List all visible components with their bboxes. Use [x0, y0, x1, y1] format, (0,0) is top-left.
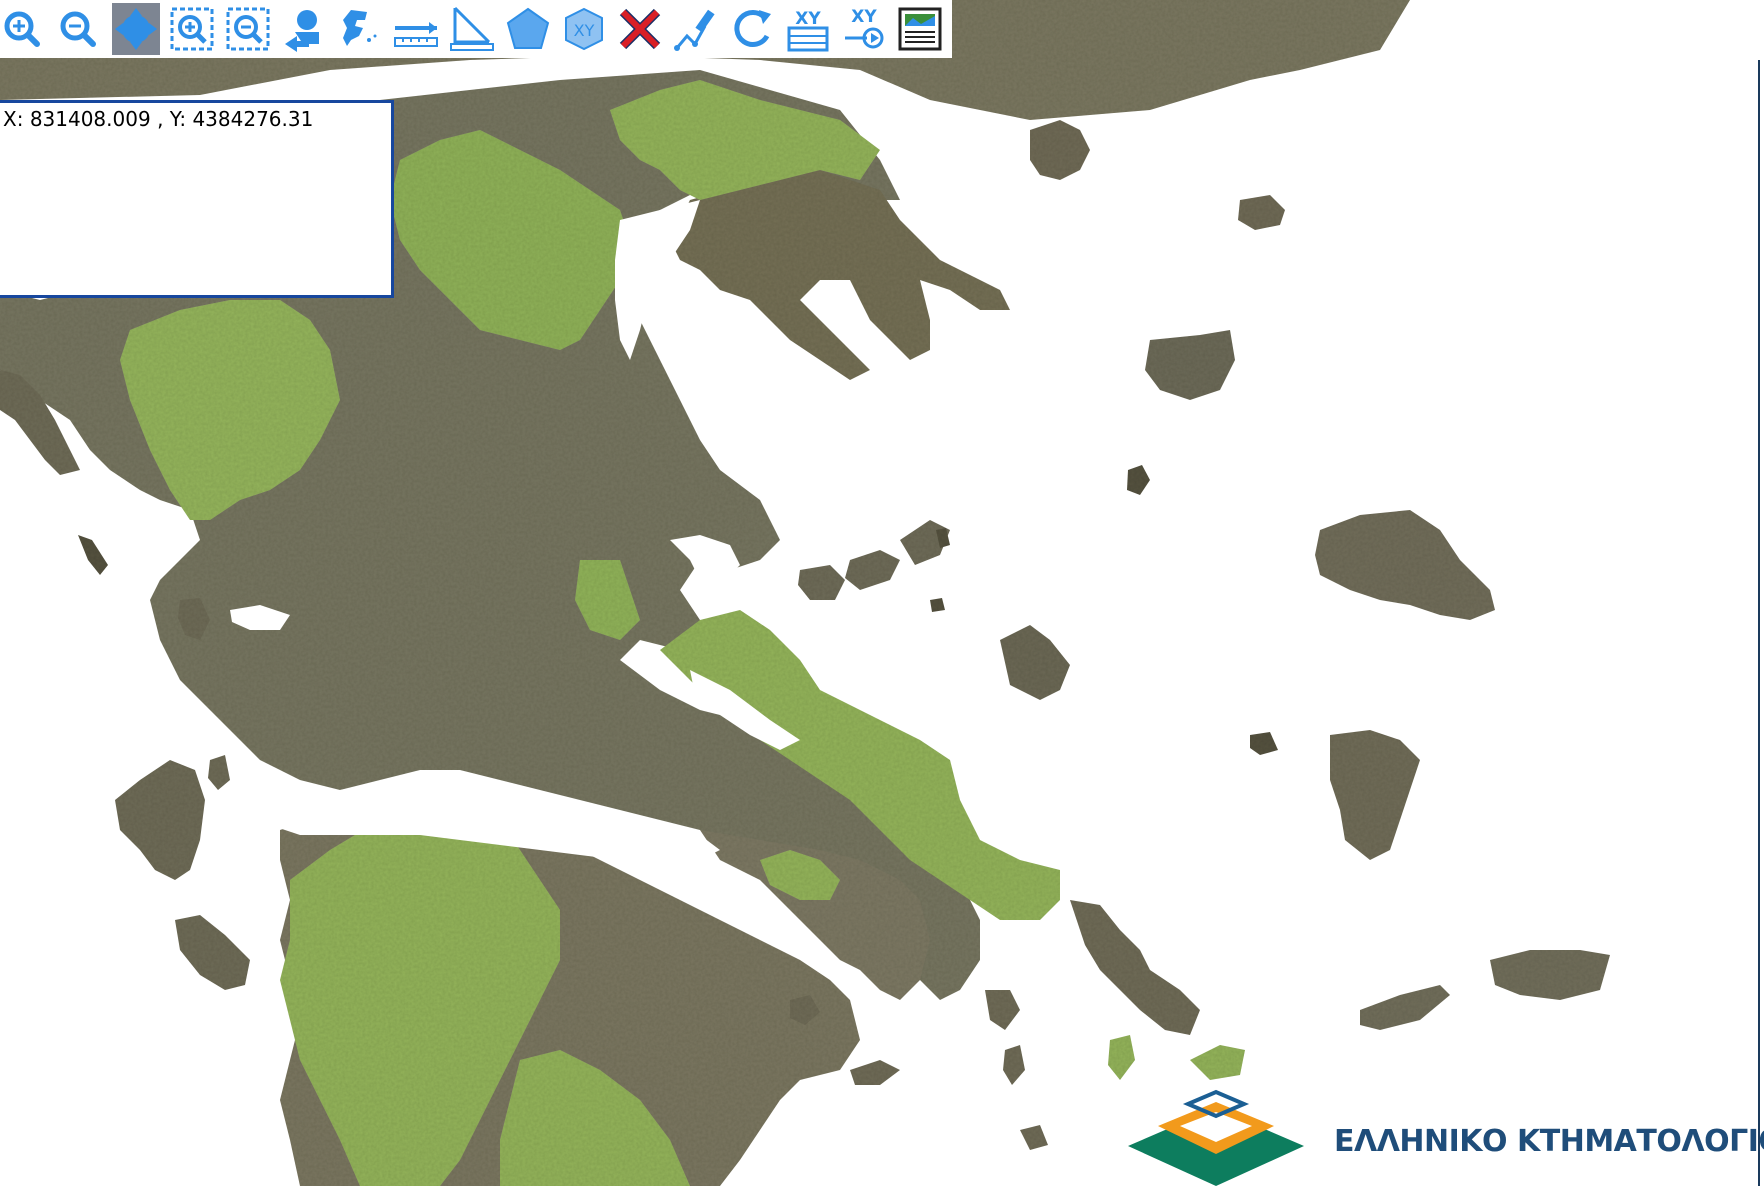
hellenic-cadastre-logo: ΕΛΛΗΝΙΚΟ ΚΤΗΜΑΤΟΛΟΓΙΟ [1122, 1082, 1764, 1186]
print-map-icon [898, 7, 942, 51]
x-value: 831408.009 [29, 107, 151, 131]
andros-island [1070, 900, 1200, 1035]
samothrace-island [1238, 195, 1285, 230]
measure-angle-button[interactable] [448, 3, 496, 55]
zoom-box-out-icon [226, 7, 270, 51]
poros-hydra-island [850, 1060, 900, 1085]
measure-distance-icon [394, 22, 438, 47]
polygon-button[interactable] [504, 3, 552, 55]
measure-angle-icon [450, 6, 494, 51]
agios-efstratios-island [1127, 465, 1150, 495]
tinos-island [1190, 1045, 1245, 1080]
kefalonia-island [115, 760, 205, 880]
zoom-box-in-button[interactable] [168, 3, 216, 55]
ikaria-island [1360, 985, 1450, 1030]
psara-island [1250, 732, 1278, 755]
print-map-button[interactable] [896, 3, 944, 55]
pan-button[interactable] [112, 3, 160, 55]
logo-wordmark: ΕΛΛΗΝΙΚΟ ΚΤΗΜΑΤΟΛΟΓΙΟ [1334, 1124, 1764, 1159]
pan-icon [115, 8, 157, 50]
skiathos-island [798, 565, 845, 600]
kea-island [985, 990, 1020, 1030]
clear-icon [619, 8, 661, 50]
draw-button[interactable] [672, 3, 720, 55]
paxos-island [78, 535, 108, 575]
coords-separator: , [157, 107, 164, 131]
syros-island [1108, 1035, 1135, 1080]
draw-icon [674, 9, 715, 51]
y-label: Y: [169, 107, 187, 131]
coordinates-readout: X: 831408.009 , Y: 4384276.31 [3, 107, 313, 131]
zoom-in-button[interactable] [0, 3, 48, 55]
svg-text:XY: XY [795, 9, 821, 29]
xy-goto-icon: XY [845, 7, 884, 49]
zoom-box-out-button[interactable] [224, 3, 272, 55]
x-label: X: [3, 107, 24, 131]
xy-table-icon: XY [787, 9, 829, 52]
kythnos-island [1003, 1045, 1025, 1085]
y-value: 4384276.31 [192, 107, 314, 131]
measure-distance-button[interactable] [392, 3, 440, 55]
zakynthos-island [175, 915, 250, 990]
xy-polygon-icon: XY [565, 7, 603, 51]
full-extent-button[interactable] [336, 3, 384, 55]
thermaic-gulf [615, 200, 700, 360]
cadastre-logo-icon [1128, 1089, 1304, 1186]
zoom-out-icon [60, 11, 96, 47]
small-islet-a [930, 598, 945, 612]
thasos-island [1030, 120, 1090, 180]
zoom-out-button[interactable] [56, 3, 104, 55]
map-right-edge [1758, 60, 1760, 1186]
samos-island [1490, 950, 1610, 1000]
zoom-box-in-icon [170, 7, 214, 51]
previous-extent-button[interactable] [280, 3, 328, 55]
skyros-island [1000, 625, 1070, 700]
refresh-icon [734, 9, 771, 47]
polygon-icon [506, 7, 550, 49]
xy-table-button[interactable]: XY [784, 3, 832, 55]
skopelos-island [845, 550, 900, 590]
coordinates-panel: X: 831408.009 , Y: 4384276.31 [0, 100, 394, 298]
zoom-in-icon [4, 11, 40, 47]
refresh-button[interactable] [728, 3, 776, 55]
svg-text:XY: XY [851, 7, 877, 27]
full-extent-greece-icon [343, 10, 377, 46]
chalkidiki-land [670, 170, 1010, 380]
svg-text:XY: XY [574, 21, 595, 40]
clear-button[interactable] [616, 3, 664, 55]
chios-island [1330, 730, 1420, 860]
map-toolbar: XY XY XY [0, 0, 952, 58]
xy-polygon-button[interactable]: XY [560, 3, 608, 55]
xy-goto-button[interactable]: XY [840, 3, 888, 55]
serifos-island [1020, 1125, 1048, 1150]
lesbos-island [1315, 510, 1495, 620]
lemnos-island [1145, 330, 1235, 400]
ithaca-island [208, 755, 230, 790]
previous-extent-icon [285, 10, 319, 52]
